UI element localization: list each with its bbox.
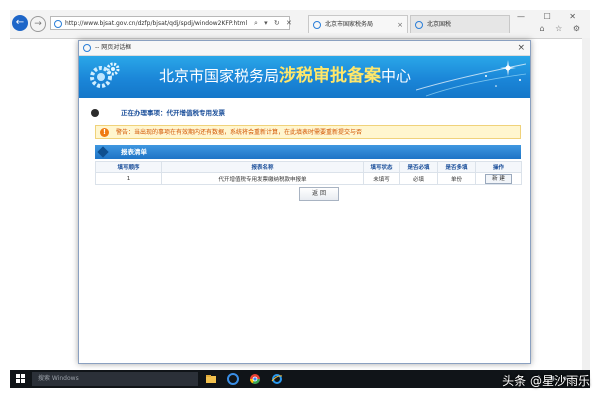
cell-status: 未填写 (363, 172, 400, 185)
desktop-screen: ← → http://www.bjsat.gov.cn/dzfp/bjsat/q… (10, 10, 590, 388)
window-controls[interactable]: — ☐ ✕ (517, 12, 584, 21)
col-header-multi: 是否多填 (437, 161, 476, 173)
report-list-header: 报表清单 (95, 145, 521, 159)
col-header-status: 填写状态 (363, 161, 400, 173)
sparkle-decoration (416, 60, 526, 97)
file-explorer-icon[interactable] (205, 373, 217, 385)
ie-icon (313, 21, 321, 29)
table-row: 1 代开增值税专用发票缴纳税款申报单 未填写 必填 单份 新 建 (95, 172, 522, 185)
cell-report-name: 代开增值税专用发票缴纳税款申报单 (161, 172, 364, 185)
new-button[interactable]: 新 建 (485, 173, 512, 184)
tab-bjsat[interactable]: 北京市国家税务局 × (308, 15, 408, 33)
browser-window: ← → http://www.bjsat.gov.cn/dzfp/bjsat/q… (10, 10, 590, 370)
edge-icon[interactable] (227, 373, 239, 385)
close-icon[interactable]: × (517, 41, 525, 55)
col-header-name: 报表名称 (161, 161, 364, 173)
current-task-text: 正在办理事项：代开增值税专用发票 (121, 109, 225, 117)
taskbar-search[interactable]: 搜索 Windows (32, 372, 198, 386)
cell-multi: 单份 (437, 172, 476, 185)
report-list-title: 报表清单 (121, 148, 147, 156)
tab-bjgs[interactable]: 北京国税 (410, 15, 510, 33)
scrollbar[interactable] (582, 38, 590, 370)
dialog-titlebar: -- 网页对话框 × (79, 41, 530, 56)
cell-action: 新 建 (475, 172, 522, 185)
warning-icon: ! (100, 128, 109, 137)
warning-text: 警告：当出现的事项在有效期内还有数据，系统将会重新计算，在此填表时需要重新提交与… (116, 129, 363, 136)
col-header-action: 操作 (475, 161, 522, 173)
ie-icon (415, 21, 423, 29)
report-table: 填写顺序 报表名称 填写状态 是否必填 是否多填 操作 1 代开增值税专用发票缴… (95, 161, 522, 185)
back-return-button[interactable]: 返 回 (299, 187, 339, 201)
windows-start-icon[interactable] (16, 374, 26, 384)
table-header-row: 填写顺序 报表名称 填写状态 是否必填 是否多填 操作 (95, 161, 522, 173)
gear-icon (90, 62, 120, 88)
ie-taskbar-icon[interactable] (271, 373, 283, 385)
dialog-window: -- 网页对话框 × 北京市国家税务局涉税审批备案中心 正在办理事项：代开增值税… (78, 40, 531, 364)
address-tools[interactable]: ⌕ ▾ ↻ ✕ (254, 16, 294, 30)
banner-title: 北京市国家税务局涉税审批备案中心 (159, 66, 412, 86)
address-url: http://www.bjsat.gov.cn/dzfp/bjsat/qdj/s… (65, 20, 248, 27)
forward-button[interactable]: → (30, 16, 46, 32)
ie-icon (54, 20, 62, 28)
warning-box: ! 警告：当出现的事项在有效期内还有数据，系统将会重新计算，在此填表时需要重新提… (95, 125, 521, 139)
watermark: 头条 @星沙雨乐 (502, 374, 590, 388)
current-task: 正在办理事项：代开增值税专用发票 (85, 105, 523, 121)
header-banner: 北京市国家税务局涉税审批备案中心 (79, 56, 530, 98)
chrome-icon[interactable] (249, 373, 261, 385)
diamond-icon (97, 146, 109, 158)
col-header-required: 是否必填 (399, 161, 438, 173)
tab-label: 北京市国家税务局 (325, 21, 374, 28)
dialog-title: -- 网页对话框 (95, 44, 132, 51)
cell-order: 1 (95, 172, 162, 185)
browser-toolbar: ← → http://www.bjsat.gov.cn/dzfp/bjsat/q… (10, 10, 590, 39)
col-header-order: 填写顺序 (95, 161, 162, 173)
back-button[interactable]: ← (12, 15, 28, 31)
tab-label: 北京国税 (427, 21, 452, 28)
ie-icon (83, 44, 91, 52)
toolbar-icons[interactable]: ⌂ ☆ ⚙ (539, 24, 584, 33)
close-icon[interactable]: × (397, 16, 403, 33)
status-icon (91, 109, 99, 117)
cell-required: 必填 (399, 172, 438, 185)
